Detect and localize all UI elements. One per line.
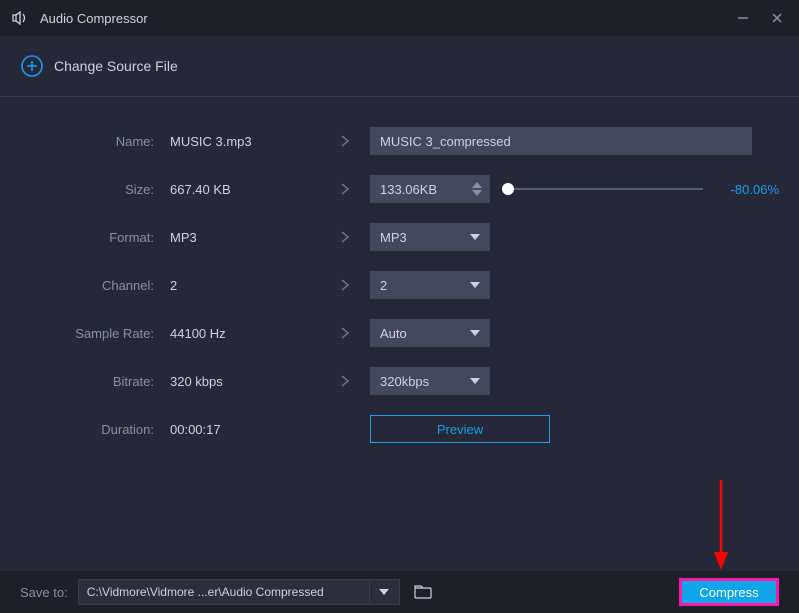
chevron-down-icon — [470, 234, 480, 240]
channel-dropdown[interactable]: 2 — [370, 271, 490, 299]
slider-track[interactable] — [508, 188, 703, 190]
row-bitrate: Bitrate: 320 kbps 320kbps — [20, 367, 779, 395]
app-icon — [12, 8, 32, 28]
source-size: 667.40 KB — [170, 182, 320, 197]
chevron-right-icon — [320, 374, 370, 388]
chevron-down-icon — [470, 282, 480, 288]
open-folder-button[interactable] — [408, 579, 438, 605]
bitrate-dropdown-value: 320kbps — [380, 374, 429, 389]
saveto-label: Save to: — [20, 585, 68, 600]
target-size-value: 133.06KB — [370, 182, 472, 197]
label-format: Format: — [20, 230, 170, 245]
chevron-down-icon — [470, 378, 480, 384]
minimize-button[interactable] — [733, 8, 753, 28]
row-samplerate: Sample Rate: 44100 Hz Auto — [20, 319, 779, 347]
format-dropdown[interactable]: MP3 — [370, 223, 490, 251]
label-samplerate: Sample Rate: — [20, 326, 170, 341]
slider-thumb[interactable] — [502, 183, 514, 195]
source-bitrate: 320 kbps — [170, 374, 320, 389]
channel-dropdown-value: 2 — [380, 278, 387, 293]
source-duration: 00:00:17 — [170, 422, 320, 437]
chevron-right-icon — [320, 134, 370, 148]
row-channel: Channel: 2 2 — [20, 271, 779, 299]
chevron-right-icon — [320, 326, 370, 340]
chevron-right-icon — [320, 182, 370, 196]
label-name: Name: — [20, 134, 170, 149]
label-bitrate: Bitrate: — [20, 374, 170, 389]
change-source-button[interactable]: Change Source File — [54, 58, 178, 74]
size-percent: -80.06% — [719, 182, 779, 197]
samplerate-dropdown[interactable]: Auto — [370, 319, 490, 347]
chevron-right-icon — [320, 230, 370, 244]
close-button[interactable] — [767, 8, 787, 28]
bottombar: Save to: C:\Vidmore\Vidmore ...er\Audio … — [0, 571, 799, 613]
window-title: Audio Compressor — [40, 11, 733, 26]
chevron-right-icon — [320, 278, 370, 292]
row-name: Name: MUSIC 3.mp3 — [20, 127, 779, 155]
size-slider[interactable]: -80.06% — [500, 182, 779, 197]
compress-button[interactable]: Compress — [679, 578, 779, 606]
target-size-spinner[interactable]: 133.06KB — [370, 175, 490, 203]
form: Name: MUSIC 3.mp3 Size: 667.40 KB 133.06… — [0, 97, 799, 443]
source-channel: 2 — [170, 278, 320, 293]
chevron-down-icon — [470, 330, 480, 336]
samplerate-dropdown-value: Auto — [380, 326, 407, 341]
bitrate-dropdown[interactable]: 320kbps — [370, 367, 490, 395]
format-dropdown-value: MP3 — [380, 230, 407, 245]
add-source-icon[interactable] — [20, 54, 44, 78]
titlebar: Audio Compressor — [0, 0, 799, 36]
row-size: Size: 667.40 KB 133.06KB -80.06% — [20, 175, 779, 203]
source-samplerate: 44100 Hz — [170, 326, 320, 341]
row-duration: Duration: 00:00:17 Preview — [20, 415, 779, 443]
save-path-dropdown[interactable] — [370, 579, 400, 605]
spinner-arrows[interactable] — [472, 182, 490, 196]
source-format: MP3 — [170, 230, 320, 245]
topbar: Change Source File — [0, 36, 799, 97]
source-name: MUSIC 3.mp3 — [170, 134, 320, 149]
annotation-arrow — [711, 480, 731, 575]
label-channel: Channel: — [20, 278, 170, 293]
target-name-input[interactable] — [370, 127, 752, 155]
label-size: Size: — [20, 182, 170, 197]
label-duration: Duration: — [20, 422, 170, 437]
save-path-text: C:\Vidmore\Vidmore ...er\Audio Compresse… — [87, 585, 324, 599]
preview-button[interactable]: Preview — [370, 415, 550, 443]
row-format: Format: MP3 MP3 — [20, 223, 779, 251]
save-path-box[interactable]: C:\Vidmore\Vidmore ...er\Audio Compresse… — [78, 579, 370, 605]
